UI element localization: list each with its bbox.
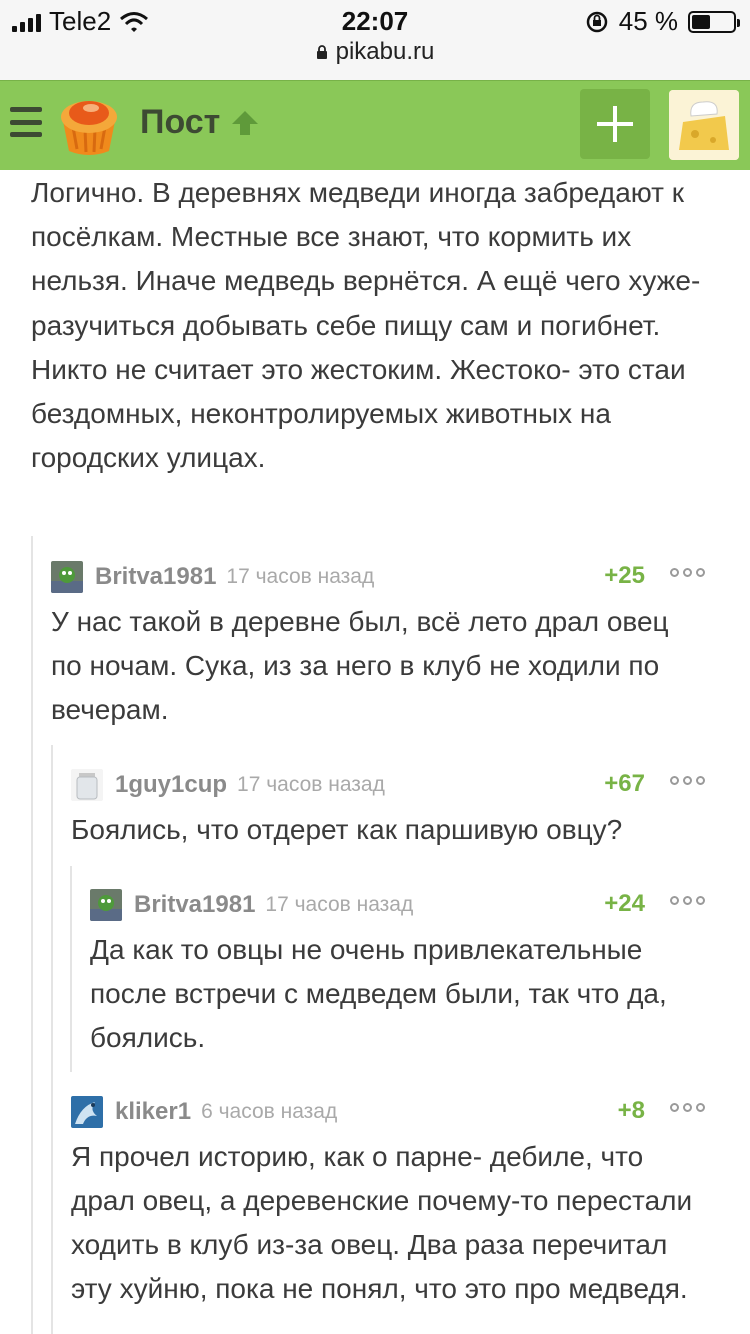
comment-username[interactable]: Britva1981 xyxy=(95,563,216,591)
add-post-button[interactable] xyxy=(580,89,650,159)
more-options-icon[interactable] xyxy=(670,1103,705,1112)
frog-avatar-icon xyxy=(51,561,83,593)
thread-line xyxy=(70,866,72,1072)
post-paragraph: Логично. В деревнях медведи иногда забре… xyxy=(31,177,701,341)
jar-avatar-icon xyxy=(71,769,103,801)
comment-text: Боялись, что отдерет как паршивую овцу? xyxy=(71,814,623,845)
user-avatar[interactable] xyxy=(669,90,739,160)
comment-rating: +67 xyxy=(604,770,645,797)
comment-rating: +24 xyxy=(604,890,645,917)
more-options-icon[interactable] xyxy=(670,776,705,785)
battery-percent: 45 % xyxy=(618,6,678,36)
comment: 1guy1cup 17 часов назад +67 Боялись, что… xyxy=(71,768,705,852)
status-right: 45 % xyxy=(585,6,740,37)
url-text: pikabu.ru xyxy=(335,38,435,65)
menu-icon[interactable] xyxy=(10,107,42,137)
comment-username[interactable]: 1guy1cup xyxy=(115,771,227,799)
avatar[interactable] xyxy=(71,1096,103,1128)
plus-icon xyxy=(597,106,633,142)
thread-line xyxy=(51,745,53,1334)
comment-time: 17 часов назад xyxy=(226,565,375,588)
comment-text: Я прочел историю, как о парне- дебиле, ч… xyxy=(71,1141,693,1304)
comment-time: 17 часов назад xyxy=(237,773,385,796)
cheese-avatar-icon xyxy=(669,90,739,160)
comment-header: kliker1 6 часов назад +8 xyxy=(71,1095,705,1129)
comment-username[interactable]: Britva1981 xyxy=(134,891,255,919)
comment: Britva1981 17 часов назад +24 Да как то … xyxy=(90,888,705,1060)
status-bar: Tele2 22:07 45 % pikabu.ru xyxy=(0,0,750,80)
top-navbar: Пост xyxy=(0,80,750,170)
arrow-up-icon[interactable] xyxy=(230,109,260,137)
orientation-lock-icon xyxy=(586,11,607,32)
lock-icon xyxy=(316,45,327,59)
nav-title[interactable]: Пост xyxy=(140,103,260,142)
avatar[interactable] xyxy=(71,769,103,801)
pikabu-logo[interactable] xyxy=(55,91,123,159)
battery-fill xyxy=(692,14,710,29)
comment-header: Britva1981 17 часов назад +25 xyxy=(51,560,705,594)
more-options-icon[interactable] xyxy=(670,568,705,577)
avatar[interactable] xyxy=(90,889,122,921)
comment-header: 1guy1cup 17 часов назад +67 xyxy=(71,768,705,802)
comment-text: Да как то овцы не очень привлекательные … xyxy=(90,934,667,1053)
thread-line xyxy=(31,536,33,1334)
comment-rating: +25 xyxy=(604,562,645,589)
comment-header: Britva1981 17 часов назад +24 xyxy=(90,888,705,922)
nav-title-text: Пост xyxy=(140,103,221,141)
comment: kliker1 6 часов назад +8 Я прочел истори… xyxy=(71,1095,705,1311)
avatar[interactable] xyxy=(51,561,83,593)
comment: Britva1981 17 часов назад +25 У нас тако… xyxy=(51,560,705,732)
url-bar[interactable]: pikabu.ru xyxy=(0,38,750,66)
comment-username[interactable]: kliker1 xyxy=(115,1098,191,1126)
comment-text: У нас такой в деревне был, всё лето драл… xyxy=(51,606,669,725)
more-options-icon[interactable] xyxy=(670,896,705,905)
post-body: Логично. В деревнях медведи иногда забре… xyxy=(31,171,721,480)
battery-nub xyxy=(737,18,740,27)
comment-time: 17 часов назад xyxy=(265,893,414,916)
comment-time: 6 часов назад xyxy=(201,1100,338,1123)
post-paragraph: Никто не считает это жестоким. Жестоко- … xyxy=(31,353,686,474)
battery-icon xyxy=(688,10,740,33)
dragon-avatar-icon xyxy=(71,1096,103,1128)
frog-avatar-icon xyxy=(90,889,122,921)
comment-rating: +8 xyxy=(617,1097,645,1124)
